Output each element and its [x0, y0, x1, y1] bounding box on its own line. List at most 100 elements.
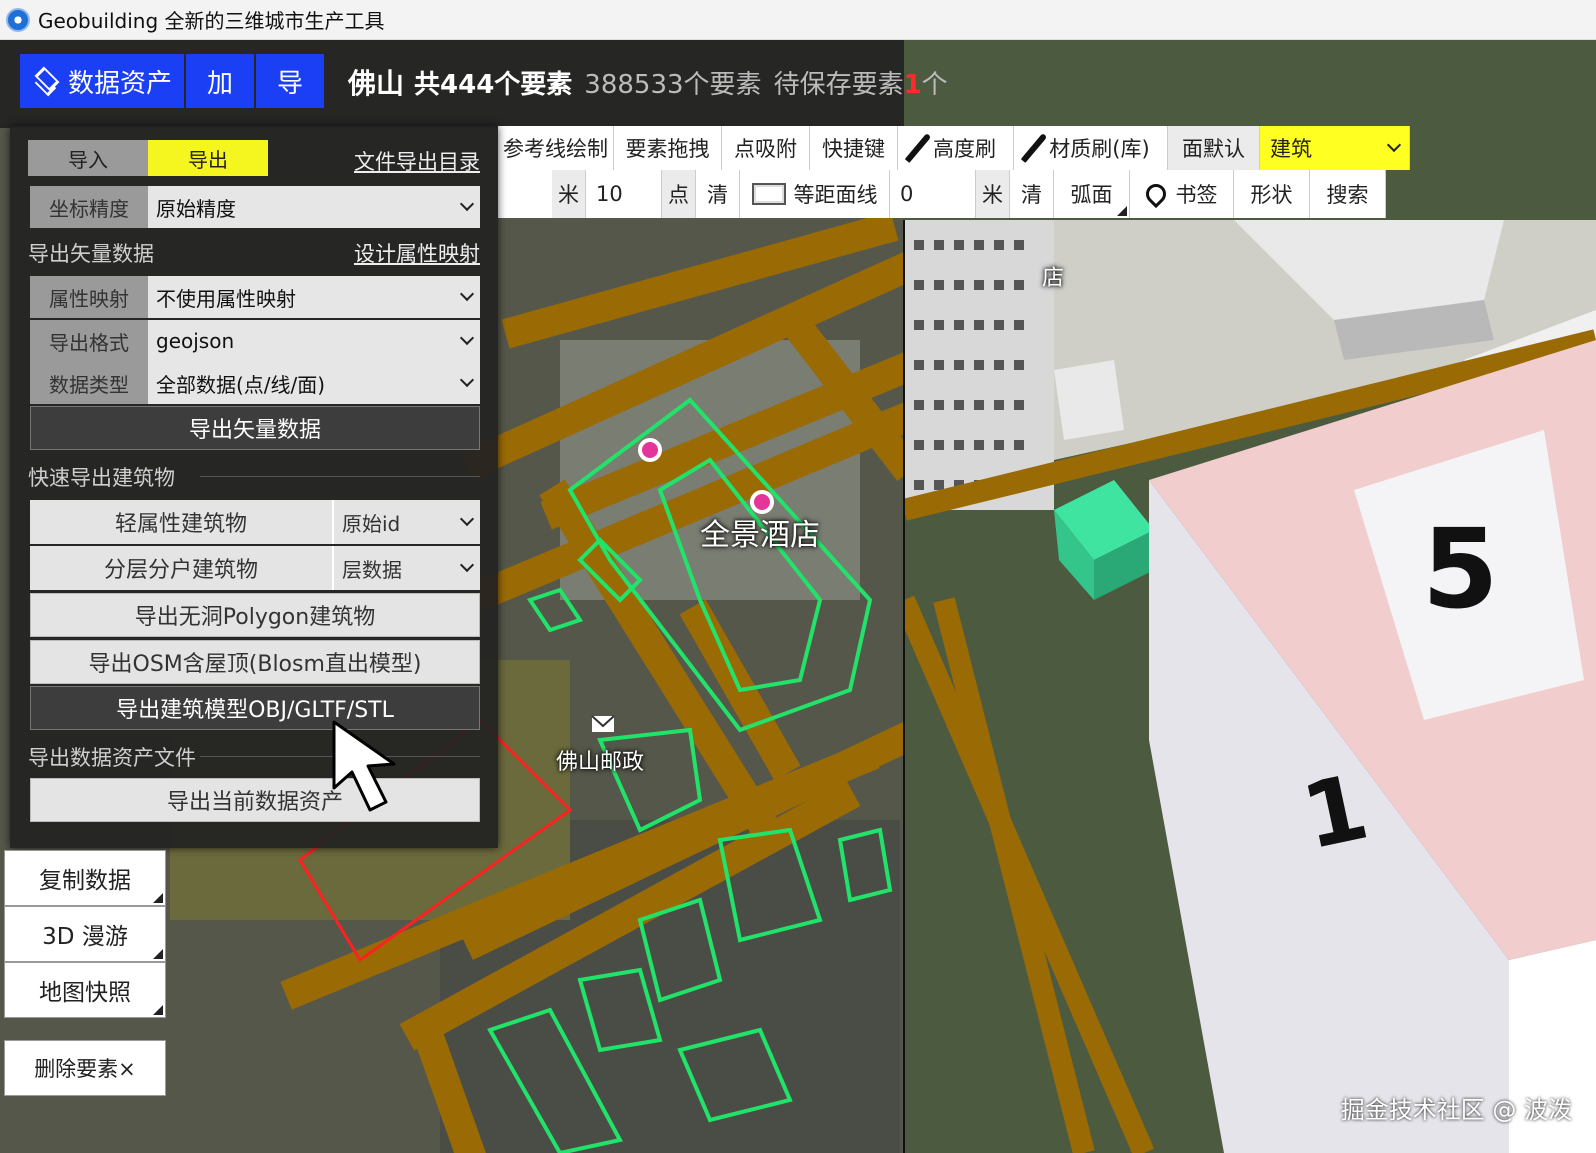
window-titlebar: Geobuilding 全新的三维城市生产工具 [0, 0, 1596, 40]
map-label-hotel: 全景酒店 [700, 518, 820, 553]
attr-mapping-label: 属性映射 [30, 276, 148, 318]
export-panel: 导入 导出 文件导出目录 坐标精度 原始精度 导出矢量数据 设计属性映射 属性映… [10, 126, 498, 848]
id-source-value: 原始id [342, 511, 401, 536]
reference-line-button[interactable]: 参考线绘制 [498, 126, 614, 170]
map-label-shop: 店 [1042, 266, 1065, 291]
point-label: 点 [662, 170, 696, 218]
roam-3d-button[interactable]: 3D 漫游 [4, 906, 166, 962]
export-osm-roof-button[interactable]: 导出OSM含屋顶(Blosm直出模型) [30, 640, 480, 684]
face-default-button[interactable]: 面默认 [1168, 126, 1260, 170]
top-header: 数据资产 加 导 佛山 共444个要素 388533个要素 待保存要素1个 [0, 40, 948, 128]
format-row: 导出格式 geojson [30, 320, 480, 362]
point-distance-input[interactable]: 10 [586, 170, 662, 218]
city-name: 佛山 [348, 67, 405, 100]
export-no-hole-polygon-button[interactable]: 导出无洞Polygon建筑物 [30, 593, 480, 637]
add-button[interactable]: 加 [186, 54, 254, 108]
attr-mapping-value: 不使用属性映射 [156, 286, 296, 311]
watermark: 掘金技术社区 @ 波泼 [1340, 1096, 1572, 1124]
height-brush-button[interactable]: 高度刷 [898, 126, 1014, 170]
id-source-select[interactable]: 原始id [334, 500, 480, 544]
section-divider [200, 476, 480, 477]
tab-import[interactable]: 导入 [28, 140, 148, 176]
pending-suffix: 个 [921, 70, 948, 100]
chevron-down-icon [459, 330, 475, 346]
layers-icon [32, 70, 58, 92]
export-button[interactable]: 导 [256, 54, 324, 108]
coord-precision-row: 坐标精度 原始精度 [30, 186, 480, 228]
drag-feature-button[interactable]: 要素拖拽 [614, 126, 722, 170]
data-type-value: 全部数据(点/线/面) [156, 372, 326, 397]
chevron-down-icon [459, 196, 475, 212]
map-pin-icon [1141, 179, 1170, 209]
poi-marker-selected[interactable] [638, 438, 662, 462]
coord-precision-label: 坐标精度 [30, 186, 148, 228]
height-brush-label: 高度刷 [933, 137, 996, 161]
bookmark-button[interactable]: 书签 [1130, 170, 1234, 218]
brush-icon [1021, 133, 1048, 163]
chevron-down-icon [459, 557, 475, 573]
copy-data-button[interactable]: 复制数据 [4, 850, 166, 906]
mouse-cursor-icon [332, 720, 396, 812]
data-assets-button[interactable]: 数据资产 [20, 54, 184, 108]
chevron-down-icon [459, 286, 475, 302]
brush-icon [904, 133, 932, 163]
search-button[interactable]: 搜索 [1310, 170, 1386, 218]
format-select[interactable]: geojson [148, 320, 480, 362]
attr-mapping-select[interactable]: 不使用属性映射 [148, 276, 480, 318]
import-export-tabs: 导入 导出 [28, 140, 268, 176]
format-label: 导出格式 [30, 320, 148, 362]
shortcuts-button[interactable]: 快捷键 [810, 126, 898, 170]
unit-meter-label: 米 [552, 170, 586, 218]
material-brush-button[interactable]: 材质刷(库) [1014, 126, 1168, 170]
clear-point-button[interactable]: 清 [696, 170, 740, 218]
toolbar-row-1: 参考线绘制 要素拖拽 点吸附 快捷键 高度刷 材质刷(库) 面默认 建筑 [498, 126, 1410, 170]
section-export-asset: 导出数据资产文件 [28, 746, 196, 770]
layered-row: 分层分户建筑物 层数据 [30, 546, 480, 590]
total-feature-count: 388533个要素 [584, 70, 762, 100]
clear-contour-button[interactable]: 清 [1010, 170, 1054, 218]
app-logo-icon [6, 7, 30, 32]
shape-button[interactable]: 形状 [1234, 170, 1310, 218]
format-value: geojson [156, 329, 235, 353]
layer-data-select[interactable]: 层数据 [334, 546, 480, 590]
section-export-vector: 导出矢量数据 [28, 242, 154, 266]
section-quick-export-buildings: 快速导出建筑物 [28, 466, 175, 490]
data-type-label: 数据类型 [30, 362, 148, 404]
view-splitter[interactable] [903, 220, 905, 1153]
toolbar-spacer [498, 170, 552, 218]
layer-data-value: 层数据 [342, 557, 402, 582]
unit-meter-label-2: 米 [976, 170, 1010, 218]
map-label-post-office: 佛山邮政 [556, 750, 645, 775]
contour-button[interactable]: 等距面线 [740, 170, 890, 218]
map-snapshot-button[interactable]: 地图快照 [4, 962, 166, 1018]
pending-count: 1 [903, 70, 922, 100]
toolbar-row-2: 米 10 点 清 等距面线 0 米 清 弧面 书签 形状 搜索 [498, 170, 1386, 218]
layered-buildings-button[interactable]: 分层分户建筑物 [30, 546, 334, 590]
design-mapping-link[interactable]: 设计属性映射 [354, 238, 480, 268]
tab-export[interactable]: 导出 [148, 140, 268, 176]
contour-distance-input[interactable]: 0 [890, 170, 976, 218]
building-number-five: 5 [1422, 505, 1499, 633]
data-type-row: 数据类型 全部数据(点/线/面) [30, 362, 480, 404]
chevron-down-icon [1386, 137, 1402, 153]
feature-type-value: 建筑 [1270, 137, 1312, 161]
contour-label: 等距面线 [793, 183, 878, 207]
delete-feature-button[interactable]: 删除要素× [4, 1040, 166, 1096]
bookmark-label: 书签 [1175, 183, 1218, 207]
chevron-down-icon [459, 511, 475, 527]
chevron-down-icon [459, 372, 475, 388]
arc-face-button[interactable]: 弧面 [1054, 170, 1130, 218]
feature-type-select[interactable]: 建筑 [1260, 126, 1410, 170]
rectangle-icon [751, 183, 786, 205]
material-brush-label: 材质刷(库) [1049, 137, 1150, 161]
data-type-select[interactable]: 全部数据(点/线/面) [148, 362, 480, 404]
data-assets-label: 数据资产 [67, 68, 172, 99]
snap-button[interactable]: 点吸附 [722, 126, 810, 170]
coord-precision-select[interactable]: 原始精度 [148, 186, 480, 228]
export-vector-button[interactable]: 导出矢量数据 [30, 406, 480, 450]
light-attr-buildings-button[interactable]: 轻属性建筑物 [30, 500, 334, 544]
file-export-dir-link[interactable]: 文件导出目录 [354, 146, 480, 176]
feature-stats: 佛山 共444个要素 388533个要素 待保存要素1个 [348, 62, 960, 102]
window-title: Geobuilding 全新的三维城市生产工具 [38, 9, 385, 33]
coord-precision-value: 原始精度 [156, 196, 236, 221]
